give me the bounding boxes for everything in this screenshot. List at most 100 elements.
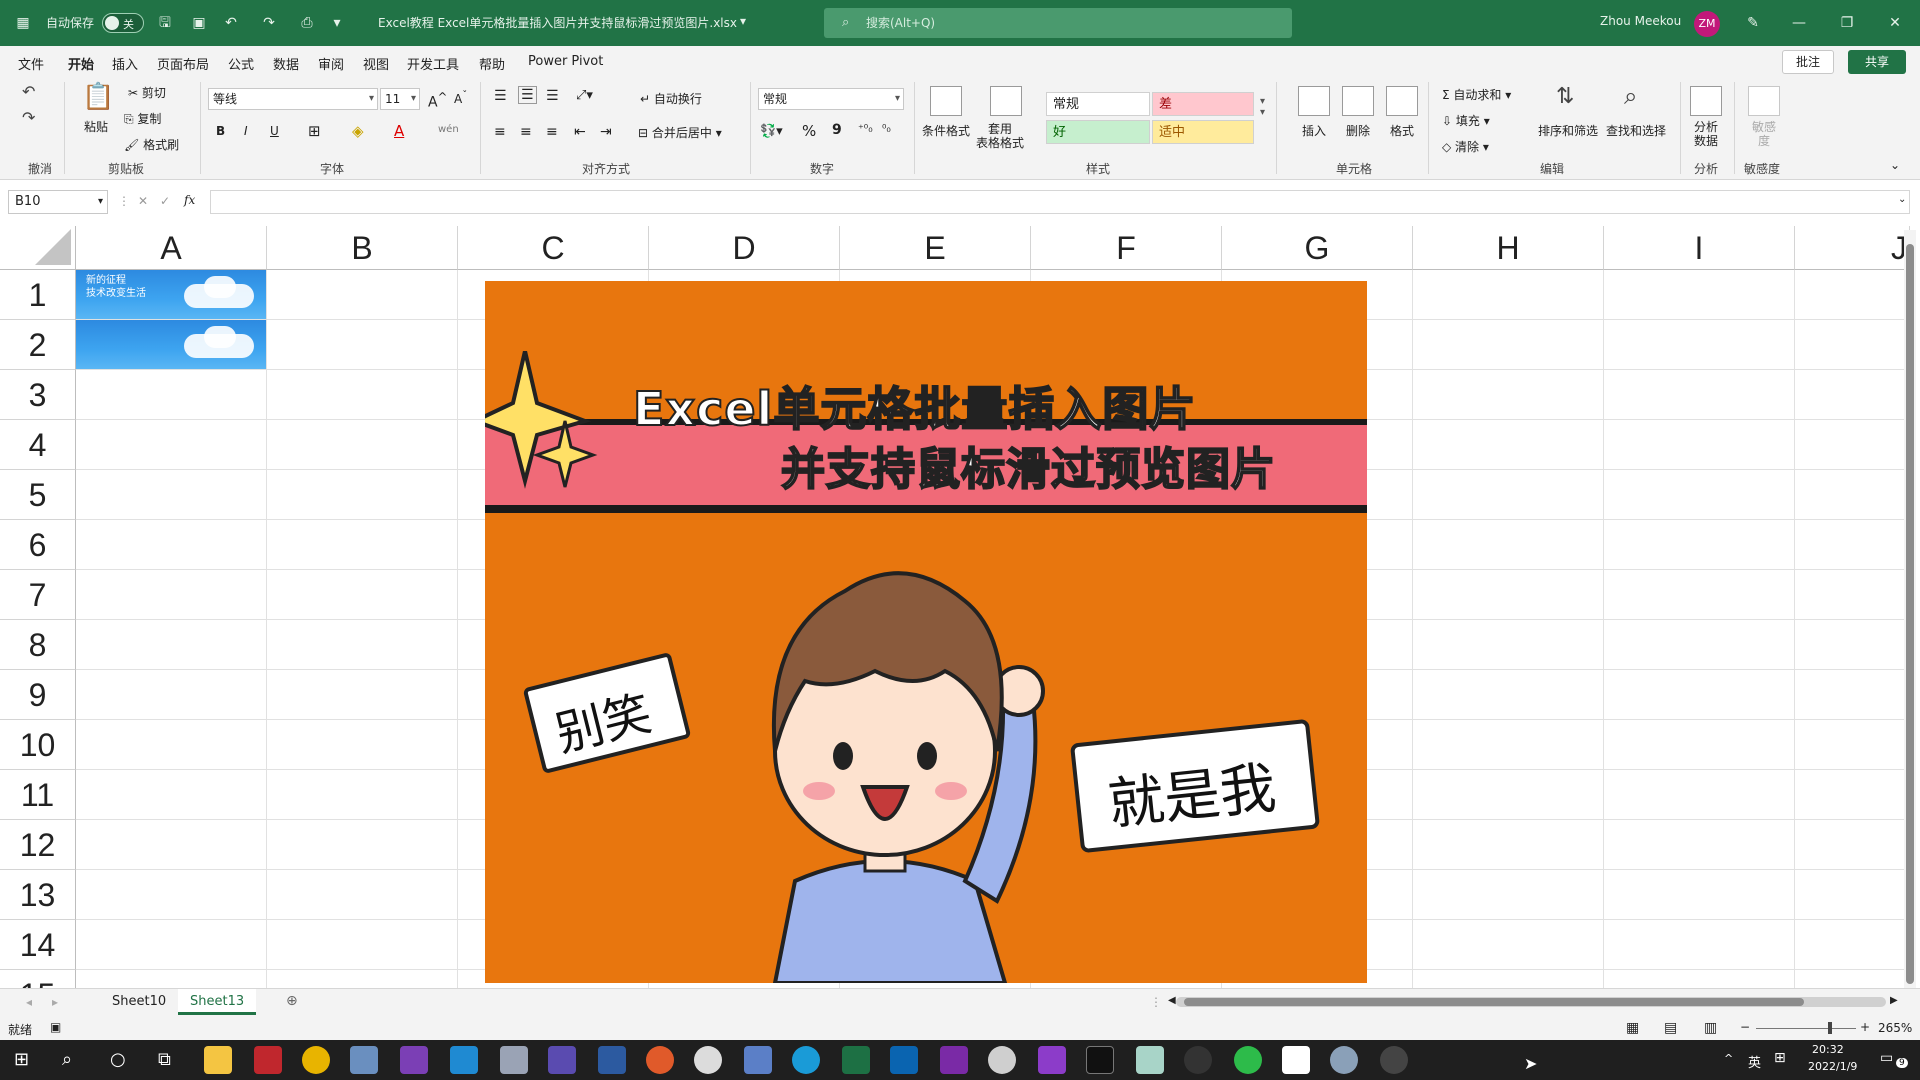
avatar[interactable]: ZM: [1694, 11, 1720, 37]
keyboard-icon[interactable]: ⊞: [1774, 1050, 1786, 1066]
add-sheet-icon[interactable]: ⊕: [286, 993, 298, 1009]
increase-decimal-icon[interactable]: ⁺⁰₀: [858, 122, 873, 135]
align-bottom-icon[interactable]: ☰: [546, 88, 559, 104]
conditional-format-icon[interactable]: [930, 86, 962, 116]
customize-toolbar-icon[interactable]: ▾: [326, 12, 348, 34]
column-header-d[interactable]: D: [649, 226, 840, 270]
tab-power-pivot[interactable]: Power Pivot: [528, 54, 603, 69]
page-break-view-icon[interactable]: ▥: [1704, 1020, 1717, 1036]
search-box[interactable]: ⌕ 搜索(Alt+Q): [824, 8, 1292, 38]
tab-data[interactable]: 数据: [273, 54, 299, 73]
font-size-select[interactable]: 11: [380, 88, 420, 110]
format-cells-icon[interactable]: [1386, 86, 1418, 116]
column-header-a[interactable]: A: [76, 226, 267, 270]
style-neutral[interactable]: 适中: [1152, 120, 1254, 144]
split-handle-icon[interactable]: ⋮: [1150, 995, 1162, 1009]
delete-cells-icon[interactable]: [1342, 86, 1374, 116]
search-icon[interactable]: ⌕: [62, 1049, 72, 1070]
scroll-right-icon[interactable]: ▶: [1890, 995, 1898, 1006]
zoom-slider[interactable]: [1756, 1028, 1856, 1029]
delete-cells-button[interactable]: 删除: [1346, 122, 1370, 139]
column-header-g[interactable]: G: [1222, 226, 1413, 270]
ime-indicator[interactable]: 英: [1748, 1052, 1761, 1071]
app-icon[interactable]: [744, 1046, 772, 1074]
row-header-7[interactable]: 7: [0, 570, 76, 620]
horizontal-scroll-thumb[interactable]: [1184, 998, 1804, 1006]
style-good[interactable]: 好: [1046, 120, 1150, 144]
app-icon[interactable]: [548, 1046, 576, 1074]
row-header-4[interactable]: 4: [0, 420, 76, 470]
chrome-icon[interactable]: [302, 1046, 330, 1074]
fill-button[interactable]: ⇩ 填充 ▾: [1442, 112, 1490, 129]
underline-button[interactable]: U: [270, 124, 279, 138]
zoom-in-icon[interactable]: +: [1860, 1020, 1870, 1034]
row-header-8[interactable]: 8: [0, 620, 76, 670]
vscode-icon[interactable]: [450, 1046, 478, 1074]
sort-filter-button[interactable]: 排序和筛选: [1538, 122, 1598, 139]
grow-font-icon[interactable]: A^: [428, 90, 447, 111]
capcut-icon[interactable]: [1282, 1046, 1310, 1074]
notification-icon[interactable]: ▭: [1880, 1050, 1893, 1066]
share-button[interactable]: 共享: [1848, 50, 1906, 74]
sort-filter-icon[interactable]: ⇅: [1556, 84, 1574, 109]
format-painter-button[interactable]: 🖌 格式刷: [124, 136, 179, 153]
row-header-6[interactable]: 6: [0, 520, 76, 570]
next-sheet-icon[interactable]: ▸: [52, 995, 58, 1009]
row-header-10[interactable]: 10: [0, 720, 76, 770]
style-bad[interactable]: 差: [1152, 92, 1254, 116]
row-header-13[interactable]: 13: [0, 870, 76, 920]
align-left-icon[interactable]: ≡: [494, 124, 506, 140]
tab-insert[interactable]: 插入: [112, 54, 138, 73]
column-header-i[interactable]: I: [1604, 226, 1795, 270]
cut-button[interactable]: ✂ 剪切: [128, 84, 166, 101]
excel-icon[interactable]: [842, 1046, 870, 1074]
vertical-scroll-thumb[interactable]: [1906, 244, 1914, 984]
column-header-e[interactable]: E: [840, 226, 1031, 270]
redo-icon[interactable]: ↷: [258, 12, 280, 34]
app-icon[interactable]: [1330, 1046, 1358, 1074]
chat-icon[interactable]: [694, 1046, 722, 1074]
tab-file[interactable]: 文件: [18, 54, 44, 73]
copy-button[interactable]: ⎘ 复制: [124, 110, 161, 127]
terminal-icon[interactable]: [1086, 1046, 1114, 1074]
paste-button[interactable]: 粘贴: [84, 118, 108, 135]
bold-button[interactable]: B: [216, 124, 225, 138]
cell-image-a2[interactable]: [76, 320, 266, 369]
close-icon[interactable]: ✕: [1884, 12, 1906, 34]
column-header-b[interactable]: B: [267, 226, 458, 270]
tab-formulas[interactable]: 公式: [228, 54, 254, 73]
github-icon[interactable]: [1184, 1046, 1212, 1074]
quick-save-icon[interactable]: ▣: [188, 12, 210, 34]
name-box[interactable]: B10 ▾: [8, 190, 108, 214]
align-center-icon[interactable]: ≡: [520, 124, 532, 140]
style-normal[interactable]: 常规: [1046, 92, 1150, 116]
row-header-12[interactable]: 12: [0, 820, 76, 870]
scroll-left-icon[interactable]: ◀: [1168, 995, 1176, 1006]
table-format-icon[interactable]: [990, 86, 1022, 116]
app-icon[interactable]: [1136, 1046, 1164, 1074]
tray-expand-icon[interactable]: ^: [1724, 1052, 1733, 1065]
app-icon[interactable]: [1038, 1046, 1066, 1074]
cortana-icon[interactable]: ○: [110, 1049, 126, 1070]
minimize-icon[interactable]: —: [1788, 12, 1810, 34]
app-icon[interactable]: [500, 1046, 528, 1074]
cell-image-a1[interactable]: 新的征程 技术改变生活: [76, 270, 266, 319]
vertical-scrollbar[interactable]: [1904, 230, 1916, 990]
table-format-button[interactable]: 套用 表格格式: [976, 122, 1024, 150]
expand-formula-icon[interactable]: ⌄: [1898, 194, 1906, 205]
edge-icon[interactable]: [792, 1046, 820, 1074]
clear-button[interactable]: ◇ 清除 ▾: [1442, 138, 1489, 155]
tab-review[interactable]: 审阅: [318, 54, 344, 73]
tab-page-layout[interactable]: 页面布局: [157, 54, 209, 73]
column-header-f[interactable]: F: [1031, 226, 1222, 270]
visual-studio-icon[interactable]: [400, 1046, 428, 1074]
merge-center-button[interactable]: ⊟ 合并后居中 ▾: [638, 124, 722, 141]
percent-button[interactable]: %: [802, 122, 816, 140]
column-header-c[interactable]: C: [458, 226, 649, 270]
app-icon[interactable]: [646, 1046, 674, 1074]
borders-icon[interactable]: ⊞: [308, 122, 321, 140]
row-header-15[interactable]: 15: [0, 970, 76, 988]
align-right-icon[interactable]: ≡: [546, 124, 558, 140]
more-options-icon[interactable]: ⋮: [118, 194, 130, 208]
title-dropdown-icon[interactable]: ▾: [740, 14, 746, 28]
